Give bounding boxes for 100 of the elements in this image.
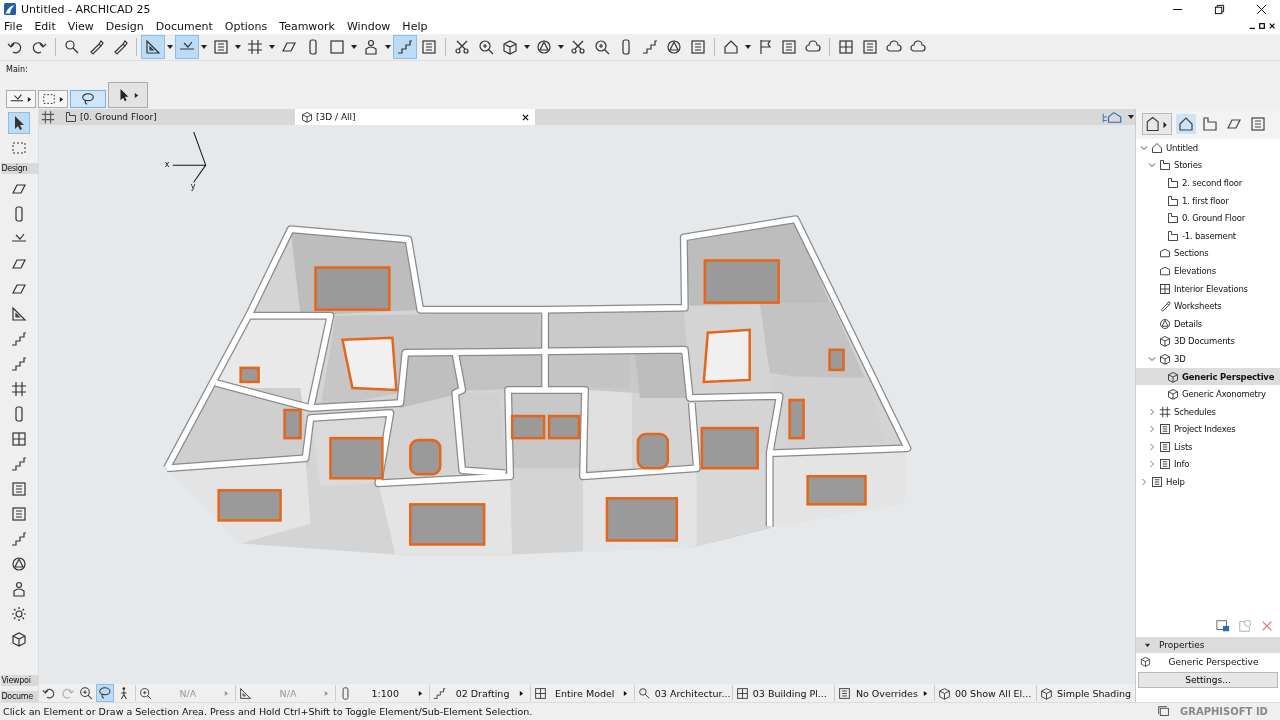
navigator-item[interactable]: Interior Elevations (1136, 279, 1280, 298)
navigator-item[interactable]: Generic Axonometry (1136, 385, 1280, 403)
zoom-icon[interactable] (78, 685, 95, 701)
navigator-item[interactable]: Elevations (1136, 262, 1280, 280)
cube-icon (1167, 370, 1179, 383)
caret-icon (923, 689, 928, 697)
navigator-item[interactable]: Sections (1136, 244, 1280, 263)
grid-icon (1159, 405, 1171, 418)
navigator-item[interactable]: Generic Perspective (1136, 367, 1280, 386)
menu-item[interactable]: File (4, 19, 23, 33)
chevron-icon[interactable] (1148, 354, 1156, 363)
window-icon[interactable] (9, 429, 29, 449)
toolbar-button[interactable] (108, 82, 148, 108)
menu-item[interactable]: Design (105, 19, 144, 33)
cube-icon (938, 686, 951, 700)
window-title: Untitled - ARCHICAD 25 (21, 2, 151, 16)
navigator-item[interactable]: 0. Ground Floor (1136, 209, 1280, 227)
settings-button[interactable]: Settings... (1138, 672, 1278, 688)
navigator-item[interactable]: -1. basement (1136, 226, 1280, 245)
window-icon (533, 686, 547, 700)
house-icon (1151, 141, 1163, 154)
view-name: Generic Perspective (1167, 656, 1260, 667)
cursor-icon[interactable] (9, 113, 29, 133)
navigator-item[interactable]: Schedules (1136, 402, 1280, 421)
list-icon[interactable] (9, 504, 29, 524)
stairs-icon[interactable] (9, 354, 29, 374)
properties-header[interactable]: Properties (1136, 637, 1280, 653)
floor-plan-icon[interactable] (1200, 114, 1220, 134)
caret-icon[interactable] (384, 43, 392, 51)
house-icon[interactable] (1176, 114, 1196, 134)
stairs-icon[interactable] (9, 329, 29, 349)
circle-icon[interactable] (9, 554, 29, 574)
menu-item[interactable]: View (67, 19, 94, 33)
caret-icon[interactable] (744, 43, 752, 51)
floor-plan-icon (1167, 212, 1179, 225)
navigator-item[interactable]: Stories (1136, 156, 1280, 175)
restore-icon[interactable] (1214, 3, 1225, 15)
grid-icon[interactable] (9, 379, 29, 399)
caret-icon[interactable] (350, 43, 358, 51)
view-tab[interactable]: [0. Ground Floor] (59, 109, 289, 125)
document-window-controls-icon[interactable] (1248, 22, 1276, 30)
toolbar-button[interactable] (38, 90, 68, 108)
navigator-item[interactable]: Worksheets (1136, 297, 1280, 315)
navigator-item[interactable]: 3D (1136, 350, 1280, 368)
view-setting-dropdown[interactable]: 02 Drafting (429, 685, 527, 701)
navigator-item[interactable]: Help (1136, 473, 1280, 491)
caret-icon[interactable] (166, 43, 174, 51)
navigator-item[interactable]: Details (1136, 314, 1280, 333)
caret-icon (59, 95, 64, 103)
caret-icon[interactable] (234, 43, 242, 51)
navigator-item[interactable]: Lists (1136, 438, 1280, 456)
windows-icon[interactable] (1157, 705, 1170, 718)
toolbar-button[interactable] (6, 90, 36, 108)
caret-icon[interactable] (200, 43, 208, 51)
navigator-item[interactable]: 3D Documents (1136, 332, 1280, 351)
view-setting-dropdown[interactable]: 03 Building Pl... (731, 685, 831, 701)
toolbox-section-label[interactable]: Viewpoi (0, 675, 38, 686)
stairs-icon[interactable] (9, 529, 29, 549)
close-icon[interactable] (1256, 3, 1267, 15)
cube-icon (1140, 656, 1151, 667)
menu-item[interactable]: Options (224, 19, 268, 33)
list-icon[interactable] (1248, 114, 1268, 134)
view-setting-dropdown[interactable]: 00 Show All El... (934, 685, 1033, 701)
caret-icon[interactable] (523, 43, 531, 51)
menu-item[interactable]: Help (402, 19, 428, 33)
stairs-icon[interactable] (9, 454, 29, 474)
close-icon[interactable] (522, 113, 529, 121)
navigator-item[interactable]: 2. second floor (1136, 174, 1280, 192)
caret-icon[interactable] (268, 43, 276, 51)
view-setting-dropdown[interactable]: Entire Model (529, 685, 631, 701)
navigator-item[interactable]: Untitled (1136, 139, 1280, 157)
floor-plan-icon (1167, 177, 1179, 189)
navigator-item[interactable]: 1. first floor (1136, 191, 1280, 210)
caret-icon (223, 689, 229, 697)
toolbar-button[interactable] (70, 90, 106, 108)
caret-icon[interactable] (557, 43, 565, 51)
menu-item[interactable]: Teamwork (279, 19, 335, 33)
menu-item[interactable]: Edit (34, 19, 56, 33)
menu-item[interactable]: Window (347, 19, 391, 33)
list-icon[interactable] (9, 479, 29, 499)
window-icon[interactable] (1216, 619, 1230, 633)
view-setting-dropdown[interactable]: 03 Architectur... (633, 685, 729, 701)
grid-icon[interactable] (41, 110, 55, 124)
toolbox-section-label[interactable]: Design (0, 163, 38, 174)
triangle-icon (238, 686, 252, 700)
toolbox-section-label[interactable]: Docume (0, 691, 38, 702)
view-tab[interactable]: [3D / All] (295, 109, 535, 125)
sun-icon[interactable] (9, 604, 29, 624)
triangle-icon[interactable] (9, 304, 29, 324)
navigator-item[interactable]: Info (1136, 455, 1280, 474)
floor-plan-icon (65, 111, 77, 123)
menu-item[interactable]: Document (155, 19, 213, 33)
view-setting-dropdown[interactable]: No Overrides (833, 685, 931, 701)
navigator-item[interactable]: Project Indexes (1136, 420, 1280, 439)
caret-icon[interactable] (1127, 113, 1135, 121)
window-icon (1159, 282, 1171, 295)
view-map-icon[interactable] (1142, 113, 1172, 135)
app-logo-icon (4, 3, 16, 15)
lasso-icon[interactable] (97, 685, 113, 701)
view-setting-dropdown[interactable]: 1:100 (335, 685, 427, 701)
